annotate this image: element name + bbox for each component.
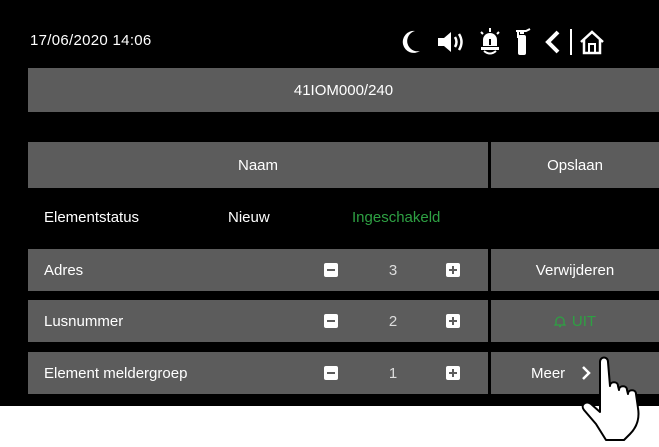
delete-button[interactable]: Verwijderen [491,249,659,291]
plus-icon[interactable] [446,366,460,380]
pointer-hand-icon [570,352,656,447]
loop-number-row: Lusnummer 2 [28,300,488,342]
status-value: Nieuw [228,208,270,226]
address-value: 3 [388,261,398,279]
minus-icon[interactable] [324,366,338,380]
uit-button[interactable]: UIT [491,300,659,342]
more-label: Meer [531,364,566,382]
extinguisher-icon[interactable] [514,28,532,56]
divider [570,29,572,55]
device-title: 41IOM000/240 [28,68,659,112]
status-bar: 17/06/2020 14:06 [0,0,659,60]
moon-icon[interactable] [398,29,424,55]
home-icon[interactable] [578,29,606,55]
element-group-label: Element meldergroep [44,364,188,382]
minus-icon[interactable] [324,314,338,328]
address-row: Adres 3 [28,249,488,291]
siren-icon[interactable] [478,28,502,56]
element-group-value: 1 [388,364,398,382]
status-icons [398,27,606,57]
plus-icon[interactable] [446,314,460,328]
plus-icon[interactable] [446,263,460,277]
address-label: Adres [44,261,84,279]
device-screen: 17/06/2020 14:06 41IOM000/240 Naam Opsla… [0,0,659,406]
minus-icon[interactable] [324,263,338,277]
save-button[interactable]: Opslaan [491,142,659,188]
datetime: 17/06/2020 14:06 [30,32,152,49]
back-icon[interactable] [544,30,562,54]
element-group-row: Element meldergroep 1 [28,352,488,394]
status-label: Elementstatus [44,208,140,226]
element-status-row: Elementstatus Nieuw Ingeschakeld [28,196,488,238]
speaker-icon[interactable] [436,30,468,54]
loop-number-label: Lusnummer [44,312,124,330]
status-state: Ingeschakeld [352,208,441,226]
bell-icon [553,315,566,328]
uit-label: UIT [571,312,597,330]
name-button[interactable]: Naam [28,142,488,188]
loop-number-value: 2 [388,312,398,330]
